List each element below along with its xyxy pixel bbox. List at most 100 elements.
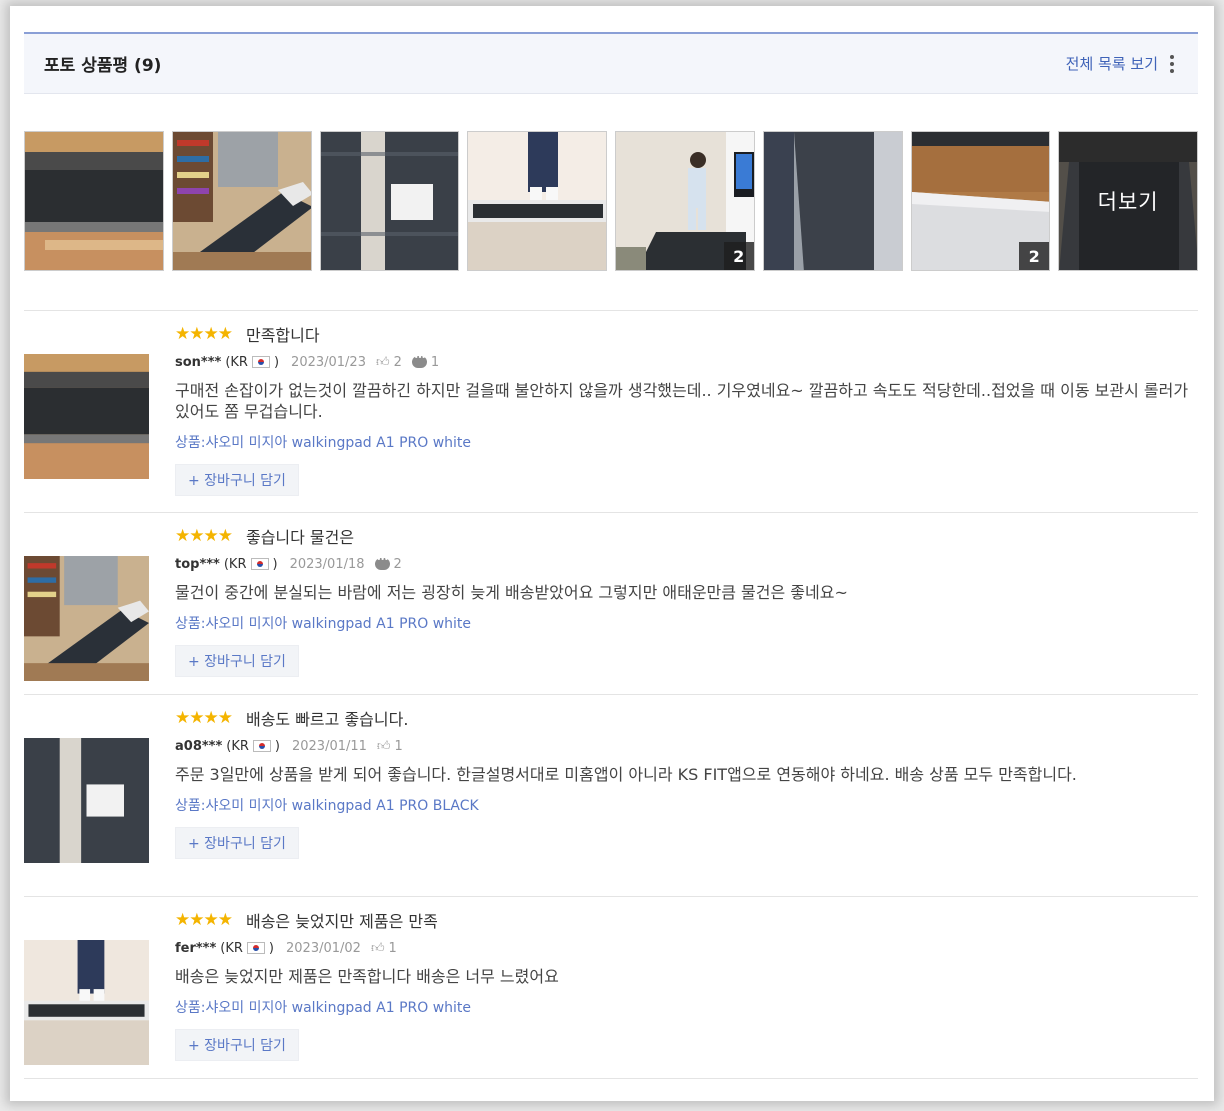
country-close: ) bbox=[268, 940, 274, 956]
review-body: ★★★★ 배송도 빠르고 좋습니다. a08*** (KR) 2023/01/1… bbox=[175, 695, 1198, 896]
product-link[interactable]: 상품:샤오미 미지아 walkingpad A1 PRO white bbox=[175, 613, 1198, 633]
review-date: 2023/01/02 bbox=[286, 940, 361, 956]
gallery-photo[interactable] bbox=[171, 131, 312, 271]
star-rating-icon: ★★★★ bbox=[175, 324, 233, 344]
product-link[interactable]: 상품:샤오미 미지아 walkingpad A1 PRO BLACK bbox=[175, 795, 1198, 815]
comment-count: 1 bbox=[430, 354, 440, 370]
gallery-photo[interactable] bbox=[319, 131, 460, 271]
review-date: 2023/01/18 bbox=[289, 556, 365, 572]
review-body: ★★★★ 좋습니다 물건은 top*** (KR) 2023/01/18 2 물… bbox=[175, 513, 1198, 694]
header-actions: 전체 목록 보기 bbox=[1066, 53, 1178, 75]
gallery-photo[interactable]: 2 bbox=[615, 131, 755, 271]
photo-count-badge: 2 bbox=[1019, 242, 1050, 270]
review-item: ★★★★ 배송도 빠르고 좋습니다. a08*** (KR) 2023/01/1… bbox=[24, 695, 1198, 896]
korea-flag-icon bbox=[251, 356, 270, 368]
thumbs-up-icon: 👍︎ bbox=[375, 354, 390, 370]
review-meta: fer*** (KR) 2023/01/02 👍︎ 1 bbox=[175, 938, 1198, 958]
photo-review-panel: 포토 상품평 (9) 전체 목록 보기 2 2 더보기 ★★★★ 만족합니다 s… bbox=[24, 32, 1198, 1079]
add-to-cart-button[interactable]: + 장바구니 담기 bbox=[175, 464, 299, 496]
review-frame: 포토 상품평 (9) 전체 목록 보기 2 2 더보기 ★★★★ 만족합니다 s… bbox=[10, 6, 1214, 1101]
review-body: ★★★★ 만족합니다 son*** (KR) 2023/01/23 👍︎2 1 … bbox=[175, 311, 1198, 512]
review-text: 구매전 손잡이가 없는것이 깔끔하긴 하지만 걸을때 불안하지 않을까 생각했는… bbox=[175, 381, 1189, 421]
gallery-photo[interactable] bbox=[762, 131, 903, 271]
reviewer-country: (KR) bbox=[220, 941, 274, 956]
gallery-more[interactable]: 더보기 bbox=[1058, 131, 1198, 271]
person-walking-image bbox=[24, 940, 149, 1065]
country-code: (KR bbox=[225, 354, 248, 370]
reviewer-country: (KR) bbox=[226, 739, 280, 754]
like-count: 1 bbox=[394, 738, 403, 754]
review-meta: son*** (KR) 2023/01/23 👍︎2 1 bbox=[175, 352, 1198, 372]
reviewer-name: fer*** bbox=[175, 940, 217, 956]
review-headline: 만족합니다 bbox=[245, 326, 320, 345]
like-button[interactable]: 👍︎ 2 bbox=[376, 355, 402, 370]
review-headline: 배송도 빠르고 좋습니다. bbox=[245, 710, 409, 729]
person-walking-image bbox=[468, 132, 607, 270]
review-meta: top*** (KR) 2023/01/18 2 bbox=[175, 554, 1198, 574]
divider bbox=[24, 1078, 1198, 1079]
treadmill-packaging-image bbox=[24, 738, 149, 863]
review-text: 배송은 늦었지만 제품은 만족합니다 배송은 너무 느렸어요 bbox=[175, 967, 559, 986]
treadmill-room-image bbox=[172, 132, 311, 270]
comment-count: 2 bbox=[393, 556, 402, 572]
more-photos-label: 더보기 bbox=[1059, 132, 1197, 270]
country-code: (KR bbox=[223, 556, 247, 572]
korea-flag-icon bbox=[246, 942, 265, 954]
review-headline: 배송은 늦었지만 제품은 만족 bbox=[245, 912, 438, 931]
country-close: ) bbox=[273, 354, 280, 370]
review-item: ★★★★ 좋습니다 물건은 top*** (KR) 2023/01/18 2 물… bbox=[24, 513, 1198, 694]
reviewer-name: a08*** bbox=[175, 738, 223, 754]
add-to-cart-button[interactable]: + 장바구니 담기 bbox=[175, 827, 299, 859]
view-all-link[interactable]: 전체 목록 보기 bbox=[1066, 53, 1158, 74]
comment-icon bbox=[411, 353, 427, 368]
review-photo[interactable] bbox=[24, 738, 149, 863]
product-link[interactable]: 상품:샤오미 미지아 walkingpad A1 PRO white bbox=[175, 432, 1198, 452]
treadmill-closeup-image bbox=[24, 354, 149, 479]
gallery-photo[interactable]: 2 bbox=[910, 131, 1051, 271]
reviewer-name: top*** bbox=[175, 556, 220, 572]
add-to-cart-button[interactable]: + 장바구니 담기 bbox=[175, 1029, 299, 1061]
treadmill-belt-image bbox=[763, 132, 902, 270]
review-item: ★★★★ 배송은 늦었지만 제품은 만족 fer*** (KR) 2023/01… bbox=[24, 897, 1198, 1078]
comment-button[interactable]: 2 bbox=[374, 555, 402, 572]
review-headline: 좋습니다 물건은 bbox=[245, 528, 355, 547]
comment-button[interactable]: 1 bbox=[411, 353, 440, 370]
product-link[interactable]: 상품:샤오미 미지아 walkingpad A1 PRO white bbox=[175, 997, 1198, 1017]
korea-flag-icon bbox=[252, 740, 271, 752]
gallery-photo[interactable] bbox=[467, 131, 607, 271]
thumbs-up-icon: 👍︎ bbox=[370, 940, 385, 956]
photo-gallery: 2 2 더보기 bbox=[24, 131, 1198, 271]
review-meta: a08*** (KR) 2023/01/11 👍︎ 1 bbox=[175, 736, 1198, 756]
treadmill-room-image bbox=[24, 556, 149, 681]
country-close: ) bbox=[274, 738, 280, 754]
country-code: (KR bbox=[226, 738, 249, 754]
treadmill-packaging-image bbox=[320, 132, 459, 270]
photo-count-badge: 2 bbox=[723, 242, 754, 270]
country-close: ) bbox=[272, 556, 278, 572]
review-photo[interactable] bbox=[24, 354, 149, 479]
reviewer-name: son*** bbox=[175, 354, 222, 370]
star-rating-icon: ★★★★ bbox=[175, 708, 233, 728]
review-date: 2023/01/23 bbox=[291, 354, 366, 370]
like-count: 2 bbox=[393, 354, 402, 370]
reviewer-country: (KR) bbox=[224, 557, 278, 572]
reviewer-country: (KR) bbox=[225, 355, 279, 370]
review-photo[interactable] bbox=[24, 940, 149, 1065]
like-button[interactable]: 👍︎ 1 bbox=[377, 739, 403, 754]
star-rating-icon: ★★★★ bbox=[175, 526, 233, 546]
review-date: 2023/01/11 bbox=[291, 738, 367, 754]
thumbs-up-icon: 👍︎ bbox=[376, 738, 391, 754]
like-count: 1 bbox=[388, 940, 397, 956]
treadmill-closeup-image bbox=[25, 132, 163, 270]
like-button[interactable]: 👍︎ 1 bbox=[371, 941, 397, 956]
section-title-text: 포토 상품평 bbox=[44, 56, 129, 76]
star-rating-icon: ★★★★ bbox=[175, 910, 233, 930]
review-item: ★★★★ 만족합니다 son*** (KR) 2023/01/23 👍︎2 1 … bbox=[24, 311, 1198, 512]
gallery-photo[interactable] bbox=[24, 131, 164, 271]
review-text: 주문 3일만에 상품을 받게 되어 좋습니다. 한글설명서대로 미홈앱이 아니라… bbox=[175, 765, 1077, 784]
photo-review-header: 포토 상품평 (9) 전체 목록 보기 bbox=[24, 32, 1198, 94]
section-title: 포토 상품평 (9) bbox=[44, 51, 161, 76]
kebab-menu-icon[interactable] bbox=[1166, 53, 1178, 75]
review-photo[interactable] bbox=[24, 556, 149, 681]
add-to-cart-button[interactable]: + 장바구니 담기 bbox=[175, 645, 299, 677]
